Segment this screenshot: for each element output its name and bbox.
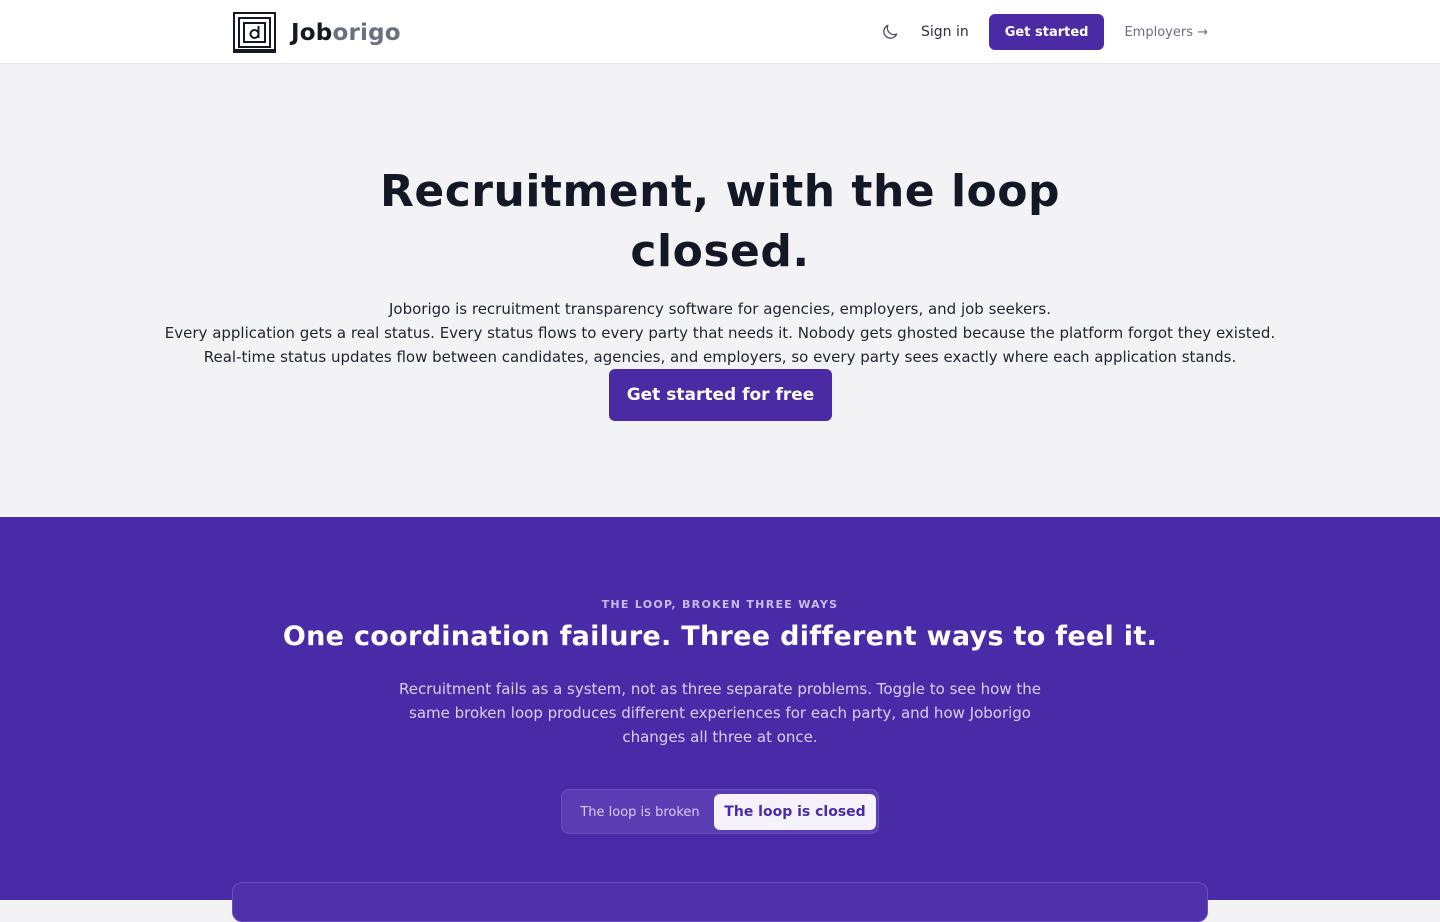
brand-name-part1: Job xyxy=(291,19,333,46)
employers-link[interactable]: Employers → xyxy=(1124,25,1208,40)
hero-description-line: Joborigo is recruitment transparency sof… xyxy=(389,300,1051,318)
top-navigation-bar: Joborigo Sign in Get started Employers → xyxy=(0,0,1440,64)
hero-description-line: Every application gets a real status. Ev… xyxy=(164,324,1276,342)
section-title: One coordination failure. Three differen… xyxy=(282,621,1158,652)
header-actions: Sign in Get started Employers → xyxy=(879,14,1208,50)
theme-toggle-button[interactable] xyxy=(879,21,901,43)
loop-state-toggle: The loop is broken The loop is closed xyxy=(561,789,879,834)
get-started-free-button[interactable]: Get started for free xyxy=(609,369,832,421)
hero-description: Joborigo is recruitment transparency sof… xyxy=(120,297,1320,369)
hero-description-line: Real-time status updates flow between ca… xyxy=(203,348,1237,366)
hero-title: Recruitment, with the loop closed. xyxy=(380,166,1060,277)
toggle-option-broken[interactable]: The loop is broken xyxy=(566,794,714,830)
section-eyebrow: THE LOOP, BROKEN THREE WAYS xyxy=(601,598,839,611)
moon-icon xyxy=(883,24,898,39)
get-started-button[interactable]: Get started xyxy=(988,14,1105,50)
sign-in-link[interactable]: Sign in xyxy=(921,24,969,40)
brand-name-part2: origo xyxy=(332,19,401,46)
hero-section: Recruitment, with the loop closed. Jobor… xyxy=(0,64,1440,517)
loop-section: THE LOOP, BROKEN THREE WAYS One coordina… xyxy=(0,517,1440,922)
section-description: Recruitment fails as a system, not as th… xyxy=(398,680,1041,746)
logo-link[interactable]: Joborigo xyxy=(233,12,401,53)
loop-content-panel xyxy=(232,882,1208,922)
toggle-option-closed[interactable]: The loop is closed xyxy=(714,794,876,830)
brand-name: Joborigo xyxy=(291,20,401,46)
logo-icon xyxy=(233,12,276,53)
